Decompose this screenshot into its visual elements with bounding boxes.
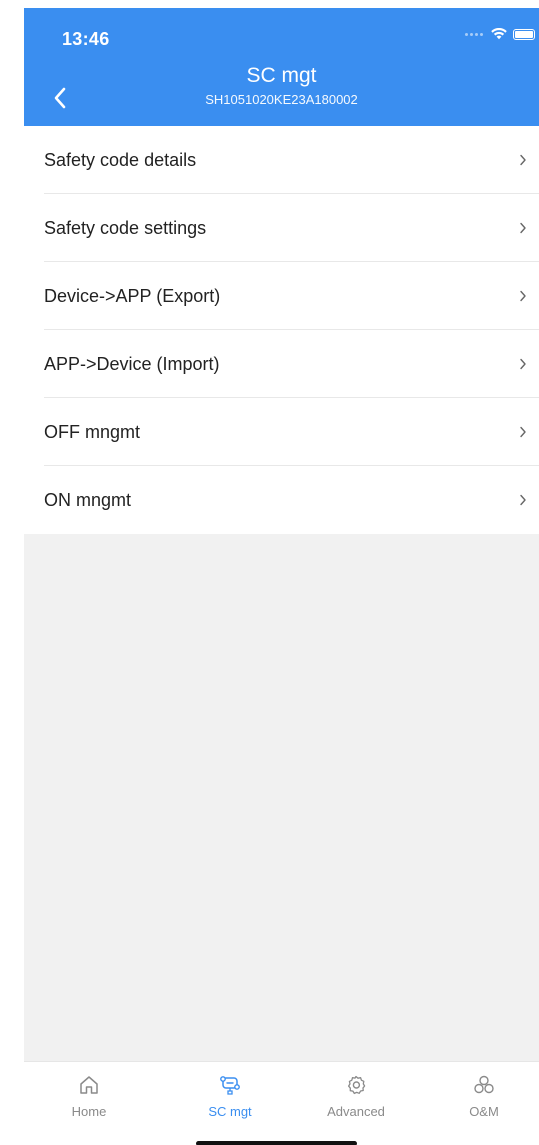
tab-advanced[interactable]: Advanced [311,1072,401,1119]
chevron-right-icon [517,288,529,304]
left-edge [0,0,24,1145]
tab-label: SC mgt [208,1104,252,1119]
chevron-right-icon [517,492,529,508]
chevron-right-icon [517,220,529,236]
menu-item-on-mngmt[interactable]: ON mngmt [24,466,539,534]
menu-item-label: Device->APP (Export) [44,285,221,306]
menu-item-app-to-device-import[interactable]: APP->Device (Import) [24,330,539,398]
tab-home[interactable]: Home [44,1072,134,1119]
device-serial: SH1051020KE23A180002 [205,92,358,107]
tab-label: O&M [469,1104,499,1119]
signal-icon [465,32,483,36]
status-time: 13:46 [62,29,110,49]
chevron-right-icon [517,152,529,168]
chevron-right-icon [517,356,529,372]
status-icons [465,28,535,40]
wifi-icon [491,28,507,40]
menu-item-safety-code-settings[interactable]: Safety code settings [24,194,539,262]
tab-sc-mgt[interactable]: SC mgt [185,1072,275,1119]
menu-list: Safety code details Safety code settings… [24,126,539,534]
app-screen: 13:46 SC mgt SH1051020KE23A180002 Safety… [24,8,539,1145]
om-icon [474,1075,494,1094]
menu-item-label: OFF mngmt [44,421,141,442]
header-bar: 13:46 SC mgt SH1051020KE23A180002 [24,8,539,126]
home-indicator [196,1141,357,1145]
menu-item-label: ON mngmt [44,489,132,510]
sc-mgt-icon [220,1076,240,1095]
menu-item-device-to-app-export[interactable]: Device->APP (Export) [24,262,539,330]
menu-item-safety-code-details[interactable]: Safety code details [24,126,539,194]
device-frame: 13:46 SC mgt SH1051020KE23A180002 Safety… [0,0,539,1145]
home-icon [80,1076,98,1094]
bottom-tab-bar: Home SC mgt Advanced O&M [24,1061,539,1145]
page-title: SC mgt [246,64,317,87]
chevron-right-icon [517,424,529,440]
battery-icon [513,28,535,40]
menu-item-off-mngmt[interactable]: OFF mngmt [24,398,539,466]
tab-om[interactable]: O&M [439,1072,529,1119]
tab-label: Home [71,1104,107,1119]
gear-icon [347,1075,366,1095]
menu-item-label: APP->Device (Import) [44,353,220,374]
menu-item-label: Safety code settings [44,217,207,238]
tab-label: Advanced [327,1104,385,1119]
menu-item-label: Safety code details [44,149,197,170]
